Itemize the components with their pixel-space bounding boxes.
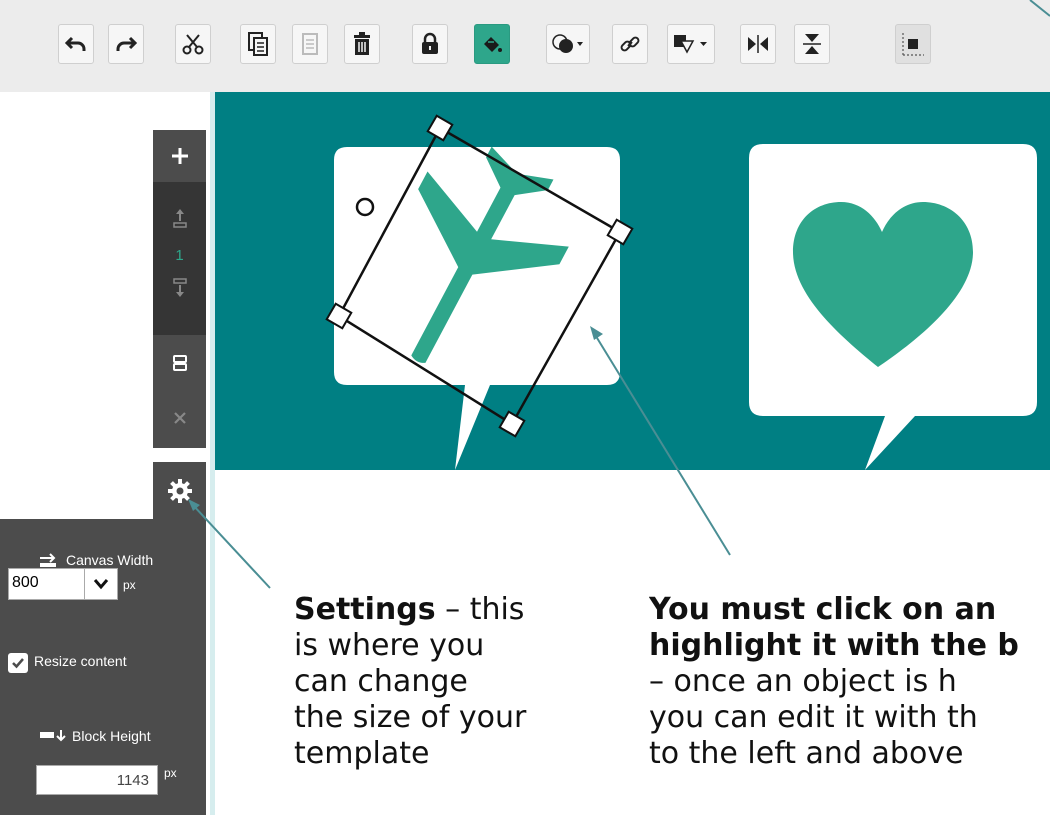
paste-icon [302, 33, 318, 55]
align-icon [902, 33, 924, 56]
scissors-icon [182, 34, 204, 55]
delete-button[interactable] [344, 24, 380, 64]
settings-gear[interactable] [153, 474, 206, 508]
settings-annotation-line-5: template [294, 736, 430, 771]
delete-block-button[interactable] [153, 400, 206, 436]
lock-button[interactable] [412, 24, 448, 64]
plus-icon [171, 148, 188, 164]
undo-icon [64, 36, 86, 51]
trash-icon [354, 32, 370, 55]
chevron-down-icon[interactable] [84, 569, 117, 599]
canvas-area[interactable] [215, 92, 1050, 470]
block-height-value: 1143 [116, 772, 149, 789]
paint-bucket-icon [484, 37, 502, 52]
move-block-down-button[interactable] [153, 270, 206, 306]
settings-annotation-line-1: – this [445, 592, 525, 627]
block-sidebar: 1 [153, 130, 206, 448]
resize-content-checkbox[interactable] [8, 653, 28, 673]
arrange-button[interactable] [667, 24, 715, 64]
speech-bubble-heart[interactable] [749, 144, 1037, 470]
object-annotation: You must click on an highlight it with t… [649, 592, 1050, 772]
object-annotation-line-3: to the left and above [649, 736, 964, 771]
copy-button[interactable] [240, 24, 276, 64]
canvas-width-value: 800 [12, 574, 39, 591]
block-height-text: Block Height [72, 728, 151, 744]
canvas-width-text: Canvas Width [66, 552, 154, 568]
object-annotation-line-2: you can edit it with th [649, 700, 978, 735]
flip-horizontal-button[interactable] [740, 24, 776, 64]
object-annotation-line-1: – once an object is h [649, 664, 957, 699]
toolbar [0, 0, 1050, 92]
gear-icon [167, 479, 192, 503]
move-down-icon [172, 278, 187, 297]
layers-icon [674, 35, 707, 54]
lock-icon [422, 32, 438, 54]
canvas-artwork [325, 114, 1037, 470]
speech-bubble-plane[interactable] [334, 126, 620, 470]
move-up-icon [172, 209, 187, 228]
shape-overlap-icon [552, 34, 583, 53]
resize-content-label: Resize content [34, 653, 127, 669]
settings-annotation-line-2: is where you [294, 628, 485, 663]
settings-annotation: Settings – this is where you can change … [294, 592, 526, 772]
add-block-button[interactable] [153, 130, 206, 182]
block-height-input[interactable]: 1143 [36, 765, 158, 795]
align-button[interactable] [895, 24, 931, 64]
close-icon [173, 412, 186, 424]
copy-icon [248, 32, 268, 56]
canvas-width-select[interactable]: 800 [8, 568, 118, 600]
block-height-icon [40, 730, 66, 742]
move-block-up-button[interactable] [153, 200, 206, 236]
resize-handle[interactable] [426, 114, 454, 142]
checkmark-icon [12, 658, 24, 669]
object-annotation-title-2: highlight it with the b [649, 628, 1019, 663]
block-height-unit: px [164, 766, 177, 780]
undo-button[interactable] [58, 24, 94, 64]
shape-button[interactable] [546, 24, 590, 64]
canvas-width-unit: px [123, 578, 136, 592]
duplicate-icon [172, 355, 187, 371]
settings-annotation-line-3: can change [294, 664, 468, 699]
link-icon [620, 36, 640, 52]
page-number-label: 1 [175, 246, 184, 264]
link-button[interactable] [612, 24, 648, 64]
resize-handle[interactable] [498, 410, 526, 438]
flip-vertical-button[interactable] [794, 24, 830, 64]
canvas-width-icon [40, 553, 56, 567]
settings-annotation-line-4: the size of your [294, 700, 527, 735]
object-annotation-title-1: You must click on an [649, 592, 997, 627]
page-number: 1 [153, 243, 206, 267]
redo-icon [116, 36, 138, 51]
paste-button[interactable] [292, 24, 328, 64]
cut-button[interactable] [175, 24, 211, 64]
flip-vertical-icon [803, 34, 821, 54]
settings-tab[interactable] [153, 462, 206, 520]
settings-annotation-title: Settings [294, 592, 436, 627]
flip-horizontal-icon [748, 35, 768, 53]
canvas-width-label: Canvas Width [38, 552, 153, 568]
fill-color-button[interactable] [474, 24, 510, 64]
block-height-label: Block Height [38, 728, 151, 744]
redo-button[interactable] [108, 24, 144, 64]
duplicate-block-button[interactable] [153, 345, 206, 381]
